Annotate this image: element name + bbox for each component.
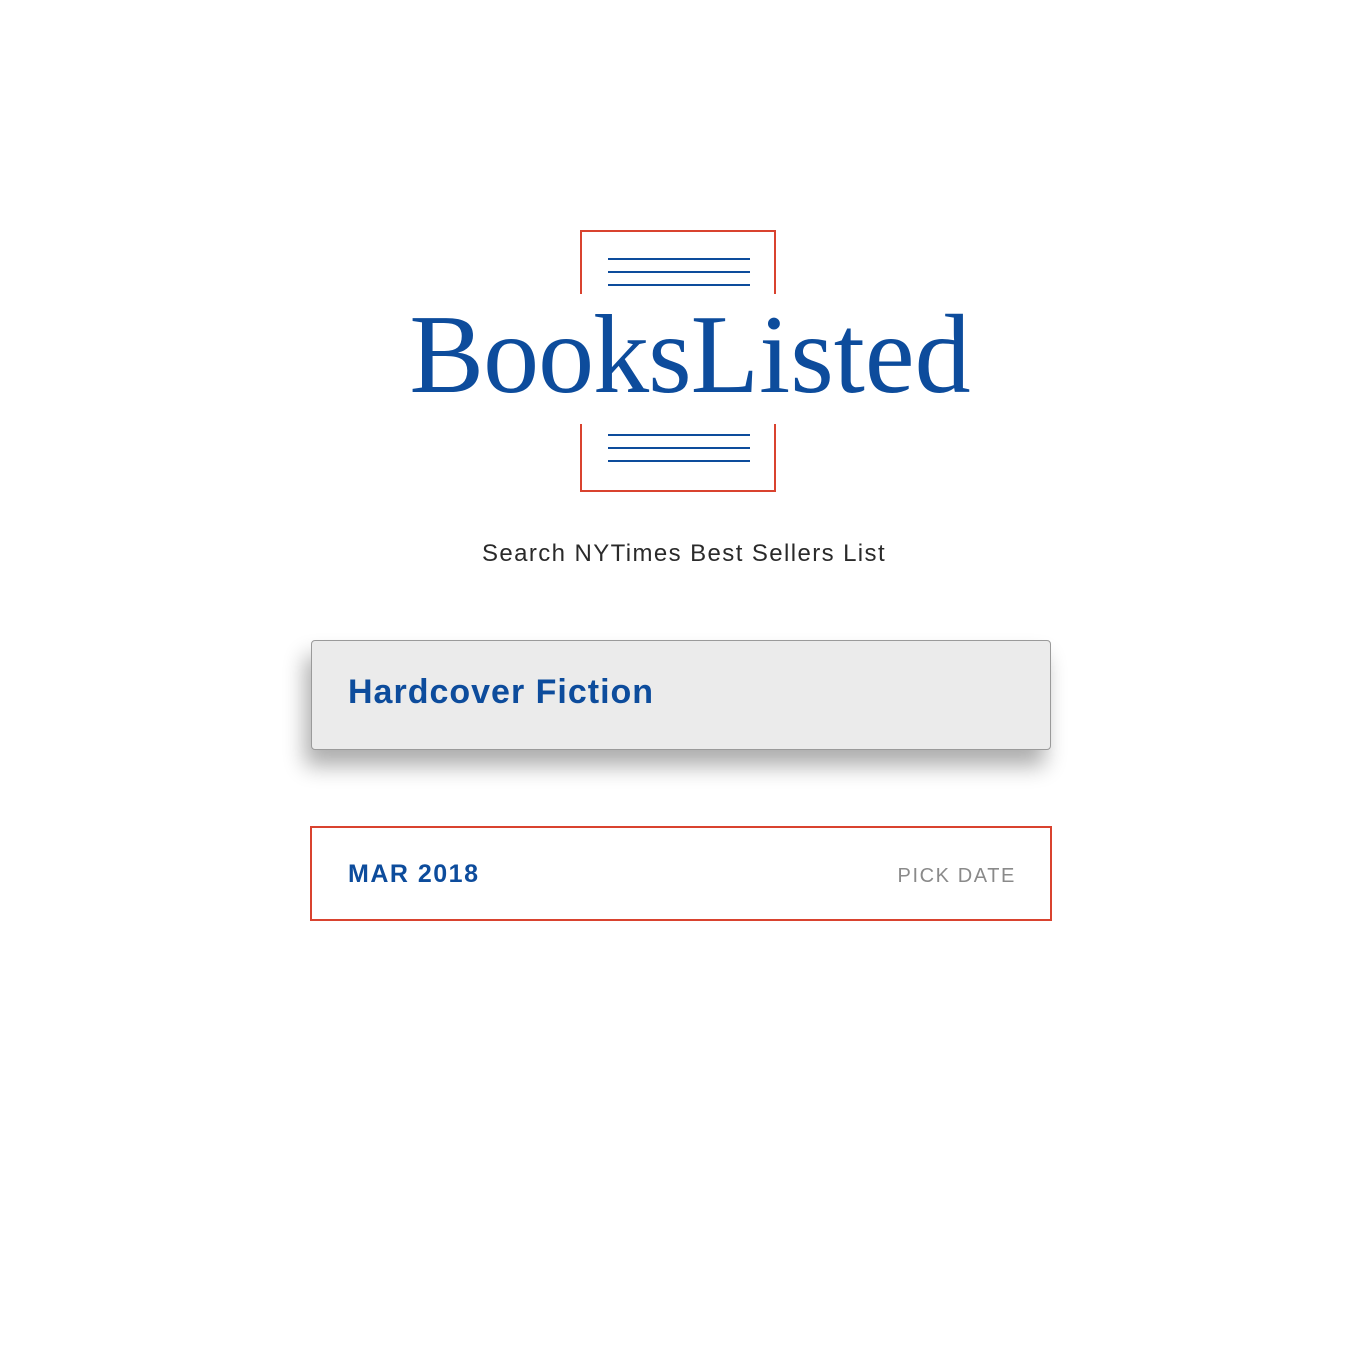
date-selector-value: MAR 2018 [348, 860, 480, 888]
pick-date-button[interactable]: PICK DATE [898, 865, 1017, 888]
logo-line [608, 447, 750, 449]
category-selector-value: Hardcover Fiction [348, 673, 655, 711]
logo-line [608, 434, 750, 436]
logo-word-books: Books [409, 293, 691, 417]
logo-line [608, 271, 750, 273]
logo-line [608, 460, 750, 462]
logo-bottom-lines [608, 434, 750, 473]
logo-line [608, 258, 750, 260]
category-selector[interactable]: Hardcover Fiction [311, 640, 1051, 750]
logo-word-listed: Listed [690, 293, 971, 417]
logo-wordmark: BooksListed [370, 290, 1010, 420]
date-selector[interactable]: MAR 2018 PICK DATE [310, 826, 1052, 921]
logo: BooksListed [370, 228, 1010, 498]
logo-line [608, 284, 750, 286]
page-subtitle: Search NYTimes Best Sellers List [481, 540, 887, 567]
